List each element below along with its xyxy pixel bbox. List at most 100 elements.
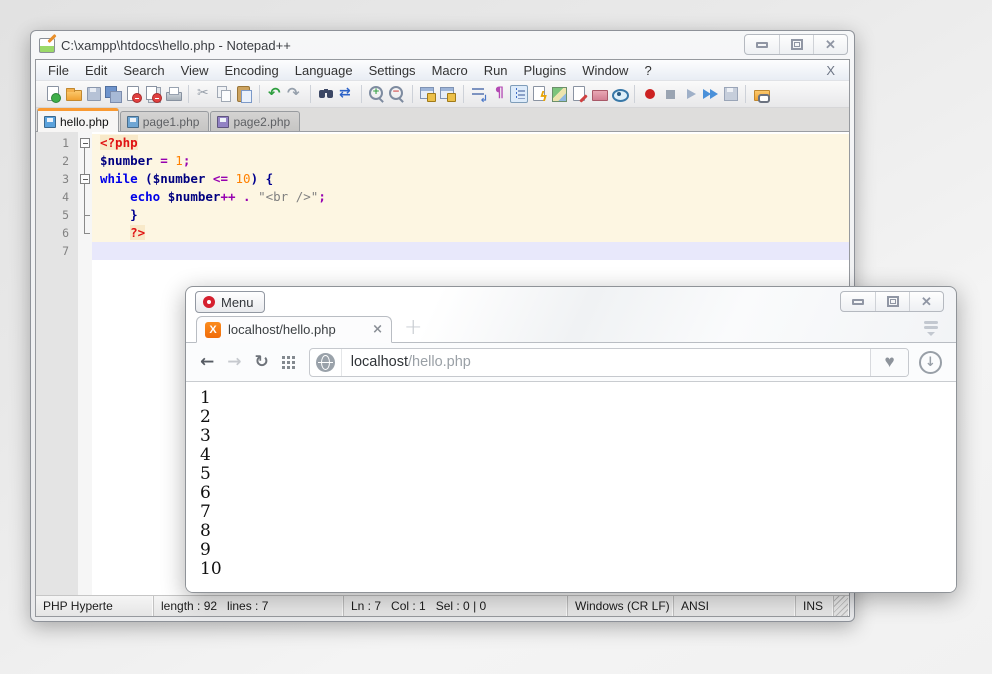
folder-workspace-icon[interactable]	[590, 85, 608, 103]
redo-icon[interactable]	[286, 85, 304, 103]
code-line-3[interactable]: 3while ($number <= 10) {	[36, 170, 849, 188]
file-save-icon	[217, 116, 229, 128]
menubar-close-icon[interactable]: X	[826, 63, 835, 78]
save-all-icon[interactable]	[104, 85, 122, 103]
open-folder-icon[interactable]	[64, 85, 82, 103]
notepad-menubar: FileEditSearchViewEncodingLanguageSettin…	[36, 60, 849, 81]
menu-item-settings[interactable]: Settings	[361, 62, 424, 79]
zoom-in-icon[interactable]	[368, 85, 386, 103]
minimize-button[interactable]	[841, 292, 875, 311]
tab-menu-icon[interactable]	[922, 320, 940, 337]
macro-stop-icon[interactable]	[661, 85, 679, 103]
opera-titlebar[interactable]: Menu	[186, 287, 956, 315]
fold-marker	[78, 206, 92, 224]
menu-item-plugins[interactable]: Plugins	[516, 62, 575, 79]
bookmark-heart-button[interactable]	[870, 349, 908, 376]
menu-item-file[interactable]: File	[40, 62, 77, 79]
code-line-6[interactable]: 6 ?>	[36, 224, 849, 242]
menu-item-language[interactable]: Language	[287, 62, 361, 79]
code-line-5[interactable]: 5 }	[36, 206, 849, 224]
toolbar-group	[188, 85, 257, 103]
address-bar[interactable]: localhost/hello.php	[309, 348, 909, 377]
menu-item-view[interactable]: View	[173, 62, 217, 79]
paste-icon[interactable]	[235, 85, 253, 103]
speed-dial-icon[interactable]	[282, 356, 295, 369]
notepad-window-title: C:\xampp\htdocs\hello.php - Notepad++	[61, 38, 291, 53]
minimize-button[interactable]	[745, 35, 779, 54]
maximize-icon	[887, 296, 899, 307]
maximize-button[interactable]	[875, 292, 909, 311]
fold-marker	[78, 224, 92, 242]
url-text[interactable]: localhost/hello.php	[342, 354, 870, 370]
status-cursor-position: Ln : 7 Col : 1 Sel : 0 | 0	[344, 596, 568, 616]
site-badge-button[interactable]	[310, 349, 342, 376]
menu-items: FileEditSearchViewEncodingLanguageSettin…	[40, 62, 660, 79]
find-icon[interactable]	[317, 85, 335, 103]
output-line: 1	[200, 389, 956, 408]
opera-menu-button[interactable]: Menu	[195, 291, 265, 313]
show-all-chars-icon[interactable]	[490, 85, 508, 103]
code-line-1[interactable]: 1<?php	[36, 134, 849, 152]
new-tab-button[interactable]: +	[404, 318, 422, 338]
menu-item-search[interactable]: Search	[115, 62, 172, 79]
status-doc-type: PHP Hyperte	[36, 596, 154, 616]
menu-item-window[interactable]: Window	[574, 62, 636, 79]
maximize-button[interactable]	[779, 35, 813, 54]
undo-icon[interactable]	[266, 85, 284, 103]
opera-window: Menu localhost/hello.php × +	[185, 286, 957, 593]
editor-tab-page1-php[interactable]: page1.php	[120, 111, 210, 131]
code-line-2[interactable]: 2$number = 1;	[36, 152, 849, 170]
save-icon[interactable]	[84, 85, 102, 103]
toolbar-group	[745, 85, 774, 103]
minimize-icon	[756, 42, 768, 48]
toolbar-group	[412, 85, 461, 103]
fold-marker[interactable]	[78, 134, 92, 152]
macro-save-icon[interactable]	[721, 85, 739, 103]
close-doc-icon[interactable]	[124, 85, 142, 103]
menu-item-run[interactable]: Run	[476, 62, 516, 79]
back-button[interactable]	[200, 354, 214, 371]
tab-close-icon[interactable]: ×	[372, 322, 383, 337]
menu-item-encoding[interactable]: Encoding	[217, 62, 287, 79]
notepad-titlebar[interactable]: C:\xampp\htdocs\hello.php - Notepad++	[31, 31, 854, 59]
document-map-icon[interactable]	[550, 85, 568, 103]
sync-scroll-h-icon[interactable]	[439, 85, 457, 103]
sync-scroll-v-icon[interactable]	[419, 85, 437, 103]
macro-run-multiple-icon[interactable]	[701, 85, 719, 103]
toolbar-group	[463, 85, 632, 103]
output-line: 3	[200, 427, 956, 446]
menu-item-edit[interactable]: Edit	[77, 62, 115, 79]
reload-button[interactable]	[255, 354, 269, 371]
print-icon[interactable]	[164, 85, 182, 103]
download-button[interactable]	[919, 351, 942, 374]
close-button[interactable]	[909, 292, 943, 311]
copy-icon[interactable]	[215, 85, 233, 103]
close-all-icon[interactable]	[144, 85, 162, 103]
browser-tab-localhost-hello-php[interactable]: localhost/hello.php ×	[196, 316, 392, 343]
code-line-4[interactable]: 4 echo $number++ . "<br />";	[36, 188, 849, 206]
menu-item-macro[interactable]: Macro	[424, 62, 476, 79]
new-file-icon[interactable]	[44, 85, 62, 103]
macro-record-icon[interactable]	[641, 85, 659, 103]
resize-grip[interactable]	[834, 596, 849, 616]
indent-guide-icon[interactable]	[510, 85, 528, 103]
function-list-icon[interactable]	[530, 85, 548, 103]
menu-item-help[interactable]: ?	[636, 62, 659, 79]
forward-button[interactable]	[227, 354, 241, 371]
tab-label: page1.php	[143, 115, 200, 129]
close-button[interactable]	[813, 35, 847, 54]
status-eol-format: Windows (CR LF)	[568, 596, 674, 616]
replace-icon[interactable]	[337, 85, 355, 103]
code-line-7[interactable]: 7	[36, 242, 849, 260]
document-list-icon[interactable]	[570, 85, 588, 103]
macro-play-icon[interactable]	[681, 85, 699, 103]
fold-marker[interactable]	[78, 170, 92, 188]
word-wrap-icon[interactable]	[470, 85, 488, 103]
cut-icon[interactable]	[195, 85, 213, 103]
open-containing-folder-icon[interactable]	[752, 85, 770, 103]
editor-tab-page2-php[interactable]: page2.php	[210, 111, 300, 131]
view-eye-icon[interactable]	[610, 85, 628, 103]
zoom-out-icon[interactable]	[388, 85, 406, 103]
output-line: 7	[200, 503, 956, 522]
editor-tab-hello-php[interactable]: hello.php	[37, 108, 119, 132]
